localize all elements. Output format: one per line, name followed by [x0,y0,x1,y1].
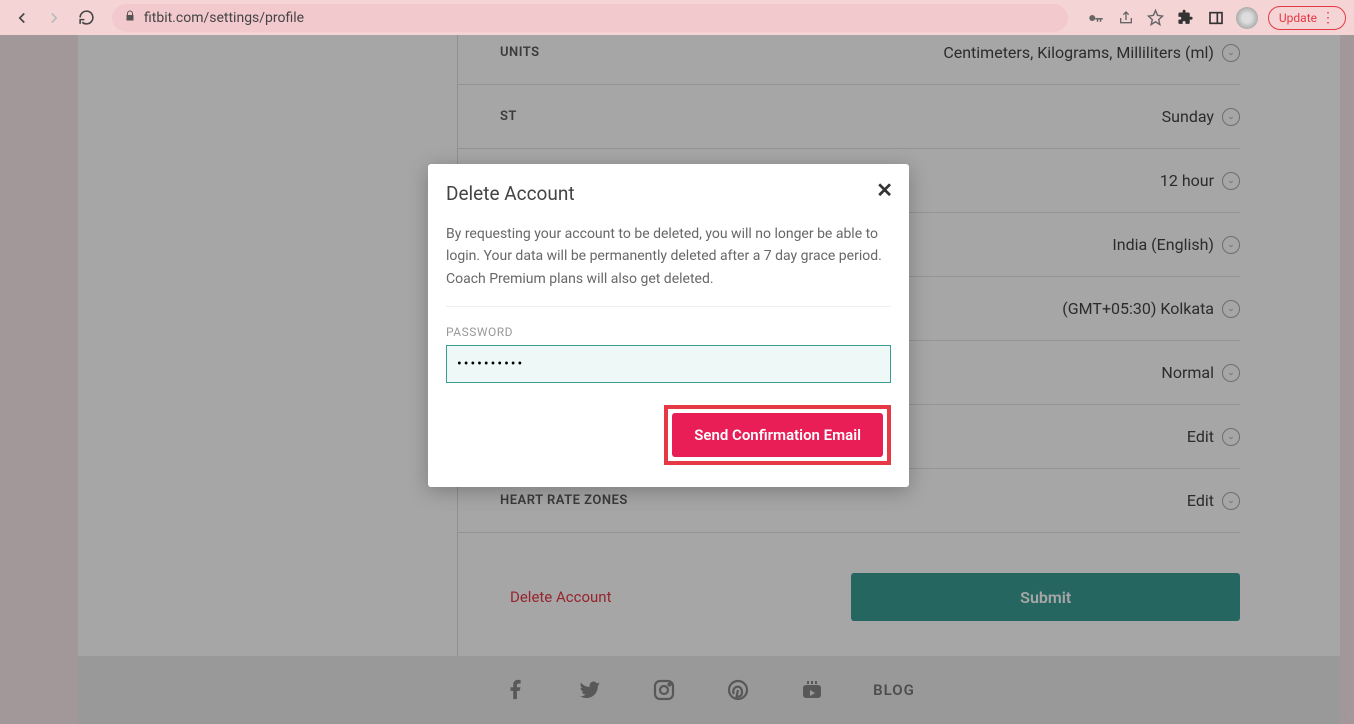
delete-account-modal: ✕ Delete Account By requesting your acco… [428,164,909,487]
url-text: fitbit.com/settings/profile [144,10,304,26]
profile-avatar[interactable] [1236,7,1258,29]
menu-dots-icon: ⋮ [1321,10,1335,26]
chrome-actions: Update ⋮ [1086,6,1346,30]
back-button[interactable] [8,4,36,32]
address-bar[interactable]: fitbit.com/settings/profile [112,4,1068,32]
key-icon[interactable] [1086,8,1106,28]
send-confirmation-button[interactable]: Send Confirmation Email [672,413,883,457]
update-button[interactable]: Update ⋮ [1268,6,1346,30]
extensions-icon[interactable] [1176,8,1196,28]
modal-title: Delete Account [446,182,891,205]
panel-icon[interactable] [1206,8,1226,28]
modal-body: By requesting your account to be deleted… [446,223,891,307]
close-icon[interactable]: ✕ [876,178,893,202]
scroll-indicator-icon: ▾ [1342,712,1352,722]
reload-button[interactable] [72,4,100,32]
password-label: PASSWORD [446,325,891,339]
browser-toolbar: fitbit.com/settings/profile Update ⋮ [0,0,1354,35]
share-icon[interactable] [1116,8,1136,28]
update-label: Update [1279,11,1317,25]
password-input[interactable] [446,345,891,383]
lock-icon [124,10,136,25]
highlight-annotation: Send Confirmation Email [664,405,891,465]
forward-button[interactable] [40,4,68,32]
star-icon[interactable] [1146,8,1166,28]
